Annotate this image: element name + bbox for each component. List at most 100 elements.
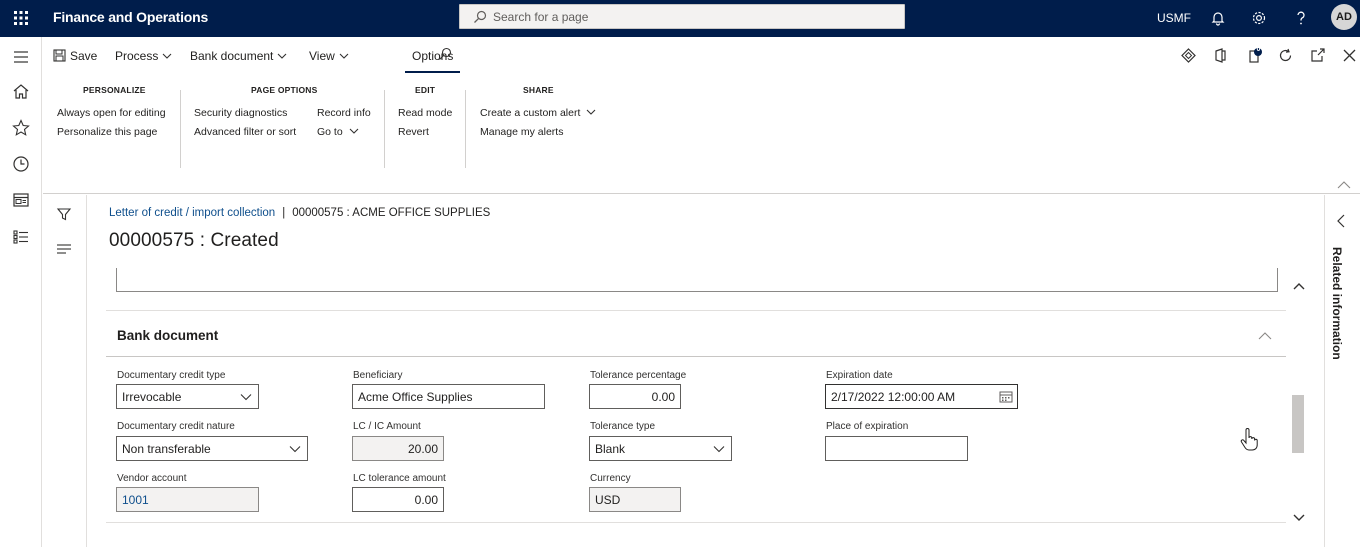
always-open-for-editing-button[interactable]: Always open for editing	[57, 107, 166, 119]
tolerance-percentage-value: 0.00	[651, 390, 675, 404]
currency-field[interactable]: USD	[589, 487, 681, 512]
tolerance-percentage-field[interactable]: 0.00	[589, 384, 681, 409]
company-selector[interactable]: USMF	[1157, 11, 1191, 25]
bank-document-label: Bank document	[190, 49, 274, 63]
expiration-date-value: 2/17/2022 12:00:00 AM	[831, 390, 956, 404]
chevron-down-icon	[277, 53, 287, 59]
section-header-bank-document[interactable]: Bank document	[117, 328, 218, 343]
doc-credit-nature-value: Non transferable	[122, 442, 211, 456]
bank-document-menu[interactable]: Bank document	[190, 49, 287, 63]
recent-clock-icon[interactable]	[11, 154, 31, 174]
chevron-down-icon	[586, 109, 596, 115]
go-to-label: Go to	[317, 126, 343, 138]
related-information-label[interactable]: Related information	[1330, 247, 1344, 360]
go-to-menu[interactable]: Go to	[317, 126, 359, 138]
office-icon[interactable]	[1212, 47, 1229, 64]
doc-credit-type-select[interactable]: Irrevocable	[116, 384, 259, 409]
record-info-button[interactable]: Record info	[317, 107, 371, 119]
workspaces-icon[interactable]	[11, 190, 31, 210]
section-header-underline	[106, 356, 1286, 357]
process-label: Process	[115, 49, 159, 63]
page-search[interactable]	[459, 4, 905, 29]
create-custom-alert-label: Create a custom alert	[480, 107, 581, 119]
section-bottom-divider	[106, 522, 1286, 523]
lc-tolerance-amount-value: 0.00	[414, 493, 438, 507]
save-button[interactable]: Save	[53, 49, 97, 63]
filter-icon[interactable]	[56, 206, 72, 222]
options-ribbon: PERSONALIZE Always open for editing Pers…	[43, 75, 1360, 194]
search-input[interactable]	[493, 7, 893, 26]
beneficiary-value: Acme Office Supplies	[358, 390, 473, 404]
tolerance-type-select[interactable]: Blank	[589, 436, 732, 461]
beneficiary-field[interactable]: Acme Office Supplies	[352, 384, 545, 409]
advanced-filter-sort-button[interactable]: Advanced filter or sort	[194, 126, 296, 138]
scrollbar-thumb[interactable]	[1292, 395, 1304, 453]
hamburger-menu-icon[interactable]	[11, 47, 31, 67]
create-custom-alert-menu[interactable]: Create a custom alert	[480, 107, 596, 119]
view-menu[interactable]: View	[309, 49, 349, 63]
place-of-expiration-field[interactable]	[825, 436, 968, 461]
currency-value: USD	[595, 493, 621, 507]
scroll-down-chevron-icon[interactable]	[1293, 513, 1305, 523]
favorites-star-icon[interactable]	[11, 118, 31, 138]
mouse-cursor-hand-icon	[1240, 428, 1258, 452]
tolerance-type-label: Tolerance type	[590, 421, 656, 432]
lc-amount-field[interactable]: 20.00	[352, 436, 444, 461]
breadcrumb-current: 00000575 : ACME OFFICE SUPPLIES	[292, 207, 491, 219]
chevron-left-icon[interactable]	[1336, 214, 1346, 228]
vendor-account-label: Vendor account	[117, 473, 187, 484]
beneficiary-label: Beneficiary	[353, 370, 403, 381]
refresh-icon[interactable]	[1277, 47, 1294, 64]
lc-tolerance-amount-label: LC tolerance amount	[353, 473, 446, 484]
left-navigation	[0, 37, 42, 547]
chevron-down-icon	[162, 53, 172, 59]
group-divider	[465, 90, 466, 168]
doc-credit-type-label: Documentary credit type	[117, 370, 226, 381]
action-pane: Save Process Bank document View Options …	[43, 37, 1360, 75]
group-title-share: SHARE	[523, 85, 554, 95]
place-of-expiration-label: Place of expiration	[826, 421, 909, 432]
bell-icon[interactable]	[1209, 9, 1227, 27]
help-icon[interactable]	[1292, 9, 1310, 27]
home-icon[interactable]	[11, 82, 31, 102]
personalize-this-page-button[interactable]: Personalize this page	[57, 126, 157, 138]
doc-credit-nature-label: Documentary credit nature	[117, 421, 235, 432]
breadcrumb: Letter of credit / import collection | 000…	[109, 207, 490, 219]
modules-list-icon[interactable]	[11, 227, 31, 247]
lc-amount-label: LC / IC Amount	[353, 421, 421, 432]
section-divider	[106, 310, 1286, 311]
calendar-icon[interactable]	[999, 390, 1013, 403]
app-title[interactable]: Finance and Operations	[53, 9, 208, 25]
scroll-up-chevron-icon[interactable]	[1293, 281, 1305, 291]
collapse-ribbon-chevron-icon[interactable]	[1336, 179, 1352, 191]
process-menu[interactable]: Process	[115, 49, 172, 63]
chevron-down-icon	[240, 393, 252, 401]
group-title-edit: EDIT	[415, 85, 436, 95]
manage-my-alerts-button[interactable]: Manage my alerts	[480, 126, 563, 138]
gear-icon[interactable]	[1250, 9, 1268, 27]
avatar[interactable]: AD	[1331, 4, 1357, 30]
close-icon[interactable]	[1341, 47, 1358, 64]
vendor-account-value[interactable]: 1001	[122, 493, 149, 507]
revert-button[interactable]: Revert	[398, 126, 429, 138]
expiration-date-field[interactable]: 2/17/2022 12:00:00 AM	[825, 384, 1018, 409]
chevron-up-icon[interactable]	[1258, 331, 1272, 341]
attachments-icon[interactable]: 0	[1247, 46, 1264, 64]
chevron-down-icon	[713, 445, 725, 453]
expiration-date-label: Expiration date	[826, 370, 893, 381]
vendor-account-field[interactable]: 1001	[116, 487, 259, 512]
list-lines-icon[interactable]	[56, 241, 72, 257]
related-information-pane: Related information	[1324, 195, 1360, 547]
app-launcher-icon[interactable]	[12, 9, 30, 27]
read-mode-button[interactable]: Read mode	[398, 107, 452, 119]
chevron-down-icon	[339, 53, 349, 59]
diamond-icon[interactable]	[1180, 47, 1197, 64]
doc-credit-nature-select[interactable]: Non transferable	[116, 436, 308, 461]
previous-section-field[interactable]	[116, 268, 1278, 292]
currency-label: Currency	[590, 473, 631, 484]
lc-tolerance-amount-field[interactable]: 0.00	[352, 487, 444, 512]
breadcrumb-link[interactable]: Letter of credit / import collection	[109, 207, 275, 219]
security-diagnostics-button[interactable]: Security diagnostics	[194, 107, 287, 119]
action-search-icon[interactable]	[438, 47, 452, 61]
open-in-new-window-icon[interactable]	[1309, 47, 1326, 64]
